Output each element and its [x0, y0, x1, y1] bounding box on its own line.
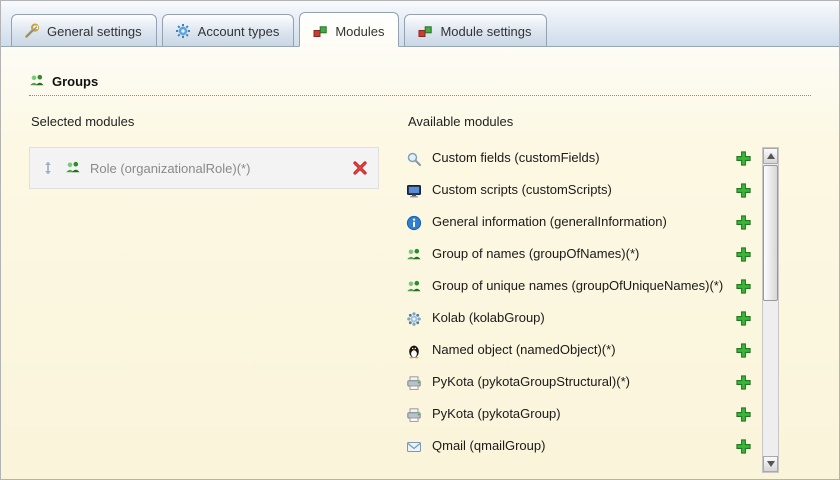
- group-icon: [406, 247, 422, 263]
- tab-label: General settings: [47, 23, 142, 39]
- available-module-row: PyKota (pykotaGroupStructural)(*): [406, 371, 762, 394]
- drag-handle-icon[interactable]: [40, 160, 56, 176]
- add-module-button[interactable]: [735, 246, 752, 263]
- gears-icon: [175, 23, 191, 39]
- add-module-button[interactable]: [735, 310, 752, 327]
- tab-label: Account types: [197, 23, 280, 39]
- available-modules-column: Available modules Custom fields (customF…: [406, 114, 779, 473]
- available-module-label: General information (generalInformation): [432, 214, 667, 230]
- available-module-row: Group of unique names (groupOfUniqueName…: [406, 275, 762, 298]
- available-module-label: Kolab (kolabGroup): [432, 310, 545, 326]
- mail-icon: [406, 439, 422, 455]
- selected-modules-column: Selected modules Role (organizationalRol…: [29, 114, 379, 189]
- available-modules-list: Custom fields (customFields) Custom scri…: [406, 147, 762, 473]
- delete-module-button[interactable]: [352, 160, 368, 176]
- available-module-row: Custom fields (customFields): [406, 147, 762, 170]
- group-icon: [65, 160, 81, 176]
- add-module-button[interactable]: [735, 214, 752, 231]
- add-module-button[interactable]: [735, 278, 752, 295]
- available-module-label: Named object (namedObject)(*): [432, 342, 616, 358]
- available-module-row: Qmail (qmailGroup): [406, 435, 762, 458]
- available-module-row: PyKota (pykotaGroup): [406, 403, 762, 426]
- tab-account-types[interactable]: Account types: [161, 14, 295, 46]
- triangle-down-icon: [766, 461, 775, 467]
- wrench-icon: [24, 23, 40, 39]
- magnifier-icon: [406, 151, 422, 167]
- kolab-icon: [406, 311, 422, 327]
- available-module-label: Custom fields (customFields): [432, 150, 600, 166]
- group-icon: [29, 73, 45, 89]
- add-module-button[interactable]: [735, 406, 752, 423]
- tab-module-settings[interactable]: Module settings: [404, 14, 547, 46]
- available-module-row: General information (generalInformation): [406, 211, 762, 234]
- group-icon: [406, 279, 422, 295]
- scrollbar-thumb[interactable]: [763, 165, 778, 301]
- monitor-icon: [406, 183, 422, 199]
- tab-bar: General settings Account types Modules M…: [1, 1, 839, 47]
- add-module-button[interactable]: [735, 438, 752, 455]
- add-module-button[interactable]: [735, 182, 752, 199]
- info-icon: [406, 215, 422, 231]
- tab-general-settings[interactable]: General settings: [11, 14, 157, 46]
- scrollbar[interactable]: [762, 147, 779, 473]
- selected-module-row: Role (organizationalRole)(*): [29, 147, 379, 189]
- app-window: General settings Account types Modules M…: [0, 0, 840, 480]
- printer-icon: [406, 407, 422, 423]
- available-module-row: Custom scripts (customScripts): [406, 179, 762, 202]
- section-title: Groups: [52, 73, 99, 89]
- groups-section-heading: Groups: [29, 73, 811, 96]
- modules-icon: [312, 23, 328, 39]
- available-module-row: Group of names (groupOfNames)(*): [406, 243, 762, 266]
- scrollbar-track[interactable]: [763, 164, 778, 456]
- available-modules-heading: Available modules: [408, 114, 514, 129]
- add-module-button[interactable]: [735, 150, 752, 167]
- add-module-button[interactable]: [735, 374, 752, 391]
- selected-module-label: Role (organizationalRole)(*): [90, 160, 251, 176]
- scroll-down-button[interactable]: [763, 456, 778, 472]
- add-module-button[interactable]: [735, 342, 752, 359]
- available-module-label: Group of names (groupOfNames)(*): [432, 246, 640, 262]
- available-module-label: PyKota (pykotaGroupStructural)(*): [432, 374, 630, 390]
- available-module-label: PyKota (pykotaGroup): [432, 406, 561, 422]
- tab-modules[interactable]: Modules: [299, 12, 400, 47]
- modules-columns: Selected modules Role (organizationalRol…: [1, 114, 839, 473]
- printer-icon: [406, 375, 422, 391]
- available-module-label: Qmail (qmailGroup): [432, 438, 546, 454]
- available-module-row: Kolab (kolabGroup): [406, 307, 762, 330]
- scroll-up-button[interactable]: [763, 148, 778, 164]
- module-settings-icon: [417, 23, 433, 39]
- available-module-label: Custom scripts (customScripts): [432, 182, 612, 198]
- triangle-up-icon: [766, 153, 775, 159]
- available-module-label: Group of unique names (groupOfUniqueName…: [432, 278, 724, 294]
- available-module-row: Named object (namedObject)(*): [406, 339, 762, 362]
- tab-label: Modules: [335, 23, 385, 39]
- tux-icon: [406, 343, 422, 359]
- tab-label: Module settings: [440, 23, 532, 39]
- selected-modules-heading: Selected modules: [31, 114, 135, 129]
